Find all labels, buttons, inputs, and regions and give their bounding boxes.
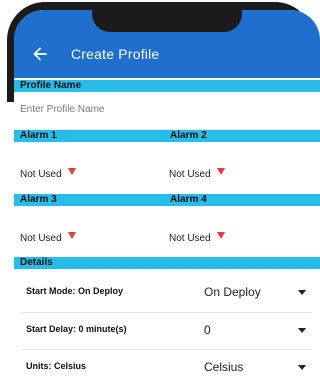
dropdown-triangle-icon — [67, 232, 76, 240]
alarm-3-value: Not Used — [20, 233, 62, 244]
alarm-header-row-2: Alarm 3 Alarm 4 — [14, 194, 320, 206]
start-mode-label: Start Mode: On Deploy — [26, 286, 124, 296]
start-mode-value: On Deploy — [204, 285, 261, 299]
alarm-4-value: Not Used — [169, 233, 211, 244]
dropdown-triangle-icon — [216, 232, 225, 240]
alarm-2-dropdown[interactable]: Not Used — [169, 164, 225, 180]
alarm-1-dropdown[interactable]: Not Used — [20, 164, 76, 180]
app-screen: Create Profile Profile Name Enter Profil… — [14, 10, 320, 377]
alarm-4-header: Alarm 4 — [170, 194, 207, 205]
arrow-left-icon[interactable] — [30, 44, 54, 64]
page-title: Create Profile — [71, 46, 160, 62]
dropdown-triangle-icon — [67, 168, 76, 176]
alarm-header-row-1: Alarm 1 Alarm 2 — [14, 130, 320, 142]
alarm-row-1: Not Used Not Used — [14, 150, 320, 190]
alarm-3-header: Alarm 3 — [20, 194, 57, 205]
details-header-label: Details — [20, 257, 53, 268]
profile-name-field[interactable]: Enter Profile Name — [14, 94, 320, 130]
phone-frame: Create Profile Profile Name Enter Profil… — [0, 0, 320, 377]
profile-name-placeholder: Enter Profile Name — [20, 104, 105, 115]
profile-name-header: Profile Name — [14, 80, 320, 92]
phone-notch — [92, 10, 242, 32]
start-delay-row[interactable]: Start Delay: 0 minute(s) 0 — [14, 313, 320, 349]
alarm-3-dropdown[interactable]: Not Used — [20, 228, 76, 244]
units-label: Units: Celsius — [26, 361, 87, 371]
chevron-down-icon — [298, 365, 306, 370]
units-value: Celsius — [204, 360, 244, 374]
alarm-4-dropdown[interactable]: Not Used — [169, 228, 225, 244]
alarm-2-header: Alarm 2 — [170, 130, 207, 141]
start-mode-row[interactable]: Start Mode: On Deploy On Deploy — [14, 275, 320, 311]
alarm-2-value: Not Used — [169, 169, 211, 180]
start-delay-value: 0 — [204, 323, 211, 337]
alarm-1-value: Not Used — [20, 169, 62, 180]
units-row[interactable]: Units: Celsius Celsius — [14, 350, 320, 377]
arrow-left-icon-svg — [33, 47, 47, 61]
chevron-down-icon — [298, 328, 306, 333]
chevron-down-icon — [298, 290, 306, 295]
start-delay-label: Start Delay: 0 minute(s) — [26, 324, 127, 334]
dropdown-triangle-icon — [216, 168, 225, 176]
profile-name-header-label: Profile Name — [20, 80, 82, 91]
details-header: Details — [14, 257, 320, 269]
alarm-1-header: Alarm 1 — [20, 130, 57, 141]
alarm-row-2: Not Used Not Used — [14, 214, 320, 254]
